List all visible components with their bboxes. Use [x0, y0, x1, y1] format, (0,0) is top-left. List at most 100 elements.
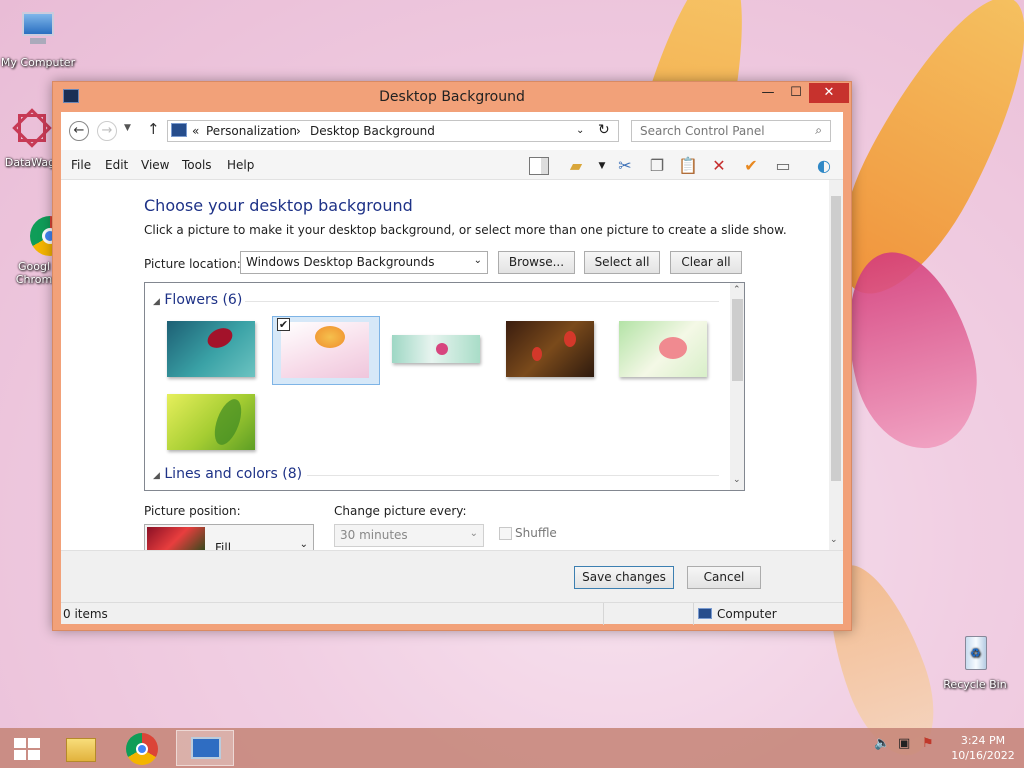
action-bar: Save changes Cancel	[61, 550, 843, 602]
select-all-button[interactable]: Select all	[584, 251, 660, 274]
cancel-button[interactable]: Cancel	[687, 566, 761, 589]
taskbar-chrome[interactable]	[120, 730, 164, 766]
forward-button[interactable]: →	[97, 121, 117, 141]
picture-position-label: Picture position:	[144, 504, 241, 518]
desktop-icon-label: My Computer	[0, 56, 76, 69]
preview-pane-icon[interactable]	[528, 155, 550, 177]
chrome-center-icon	[136, 743, 148, 755]
chevron-down-icon: ⌄	[469, 528, 478, 539]
scrollbar-thumb[interactable]	[732, 299, 743, 381]
address-box[interactable]: « Personalization › Desktop Background ⌄…	[167, 120, 619, 142]
group-header-lines-and-colors[interactable]: ◢ Lines and colors (8)	[153, 466, 719, 482]
chevron-down-icon: ⌄	[473, 255, 482, 266]
recent-pages-dropdown[interactable]: ▼	[124, 123, 131, 133]
taskbar-file-explorer[interactable]	[58, 730, 102, 766]
refresh-icon[interactable]: ↻	[598, 122, 610, 138]
status-location: Computer	[717, 607, 777, 621]
collapse-arrow-icon[interactable]: ◢	[153, 297, 160, 307]
wallpaper-thumbnail[interactable]	[167, 394, 255, 450]
desktop-icon-label: Googl Chrom	[15, 260, 53, 286]
clock-date: 10/16/2022	[951, 749, 1015, 762]
desktop-icon-recycle-bin[interactable]: ♻ Recycle Bin	[937, 632, 1013, 691]
scrollbar-thumb[interactable]	[831, 196, 841, 481]
delete-icon[interactable]: ✕	[708, 155, 730, 177]
up-arrow-icon[interactable]: ↑	[147, 120, 160, 138]
menu-edit[interactable]: Edit	[105, 158, 128, 172]
collapse-arrow-icon[interactable]: ◢	[153, 471, 160, 481]
folder-options-dropdown-icon[interactable]: ▼	[591, 155, 613, 177]
change-picture-interval-select[interactable]: 30 minutes ⌄	[334, 524, 484, 547]
folder-icon	[66, 738, 96, 762]
chevron-down-icon: ⌄	[299, 539, 308, 550]
gallery-scrollbar[interactable]: ⌃ ⌄	[730, 283, 744, 490]
properties-check-icon[interactable]: ✔	[740, 155, 762, 177]
save-changes-button[interactable]: Save changes	[574, 566, 674, 589]
recycle-bin-icon: ♻	[953, 632, 997, 676]
cut-icon[interactable]: ✂	[614, 155, 636, 177]
picture-location-label: Picture location:	[144, 257, 241, 271]
menu-tools[interactable]: Tools	[182, 158, 212, 172]
selected-thumbnail-frame[interactable]: ✔	[272, 316, 380, 385]
system-clock[interactable]: 3:24 PM 10/16/2022	[948, 733, 1018, 763]
breadcrumb-desktop-background[interactable]: Desktop Background	[310, 124, 435, 138]
wallpaper-thumbnail[interactable]	[167, 321, 255, 377]
paste-icon[interactable]: 📋	[677, 155, 699, 177]
browse-button[interactable]: Browse...	[498, 251, 575, 274]
checkbox-checked-icon[interactable]: ✔	[277, 318, 290, 331]
picture-location-select[interactable]: Windows Desktop Backgrounds ⌄	[240, 251, 488, 274]
wallpaper-thumbnail[interactable]	[281, 322, 369, 378]
position-preview-image	[147, 527, 205, 550]
computer-icon	[698, 608, 712, 619]
breadcrumb-separator[interactable]: ›	[296, 124, 301, 138]
menu-view[interactable]: View	[141, 158, 169, 172]
page-title: Choose your desktop background	[144, 196, 413, 215]
address-dropdown-icon[interactable]: ⌄	[576, 125, 584, 136]
start-button[interactable]	[4, 730, 48, 766]
computer-icon	[16, 10, 60, 54]
search-icon[interactable]: ⌕	[815, 123, 822, 138]
recycle-symbol-icon: ♻	[970, 646, 981, 660]
breadcrumb-overflow[interactable]: «	[192, 124, 199, 138]
control-panel-icon	[171, 123, 187, 137]
status-divider	[693, 603, 694, 625]
title-bar[interactable]: Desktop Background — ☐ ✕	[53, 82, 851, 112]
search-input[interactable]: Search Control Panel ⌕	[631, 120, 831, 142]
status-items-count: 0 items	[63, 607, 108, 621]
scroll-down-arrow-icon[interactable]: ⌄	[733, 475, 741, 485]
group-header-flowers[interactable]: ◢ Flowers (6)	[153, 292, 719, 308]
volume-muted-icon[interactable]: 🔈	[874, 736, 890, 751]
change-picture-label: Change picture every:	[334, 504, 467, 518]
minimize-button[interactable]: —	[753, 83, 783, 103]
back-button[interactable]: ←	[69, 121, 89, 141]
clear-all-button[interactable]: Clear all	[670, 251, 742, 274]
menu-bar: File Edit View Tools Help ▰ ▼ ✂ ❐ 📋 ✕ ✔ …	[61, 150, 843, 180]
menu-help[interactable]: Help	[227, 158, 254, 172]
scroll-up-arrow-icon[interactable]: ⌃	[733, 285, 741, 295]
status-bar: 0 items Computer	[61, 602, 843, 625]
breadcrumb-personalization[interactable]: Personalization	[206, 124, 297, 138]
rename-icon[interactable]: ▭	[772, 155, 794, 177]
copy-icon[interactable]: ❐	[646, 155, 668, 177]
desktop-icon-my-computer[interactable]: My Computer	[0, 10, 76, 69]
network-icon[interactable]: ▣	[898, 736, 910, 751]
shuffle-checkbox[interactable]	[499, 527, 512, 540]
group-divider	[307, 475, 719, 476]
wallpaper-thumbnail[interactable]	[506, 321, 594, 377]
picture-position-select[interactable]: Fill ⌄	[144, 524, 314, 550]
desktop-icon-label: Recycle Bin	[943, 678, 1007, 691]
windows-logo-icon	[14, 738, 40, 760]
scroll-down-arrow-icon[interactable]: ⌄	[830, 535, 838, 545]
wallpaper-thumbnail[interactable]	[619, 321, 707, 377]
wallpaper-thumbnail[interactable]	[392, 335, 480, 363]
desktop-icon-label: DataWag	[4, 156, 56, 169]
picture-gallery: ◢ Flowers (6) ✔ ◢ Lines and colors (8) ⌃…	[144, 282, 745, 491]
globe-icon[interactable]: ◐	[813, 155, 835, 177]
close-button[interactable]: ✕	[809, 83, 849, 103]
action-center-icon[interactable]: ⚑	[922, 736, 934, 751]
folder-options-icon[interactable]: ▰	[565, 155, 587, 177]
taskbar-control-panel[interactable]	[176, 730, 234, 766]
menu-file[interactable]: File	[71, 158, 91, 172]
maximize-button[interactable]: ☐	[781, 83, 811, 103]
content-scrollbar[interactable]: ⌄	[829, 180, 843, 550]
clock-time: 3:24 PM	[960, 734, 1006, 747]
